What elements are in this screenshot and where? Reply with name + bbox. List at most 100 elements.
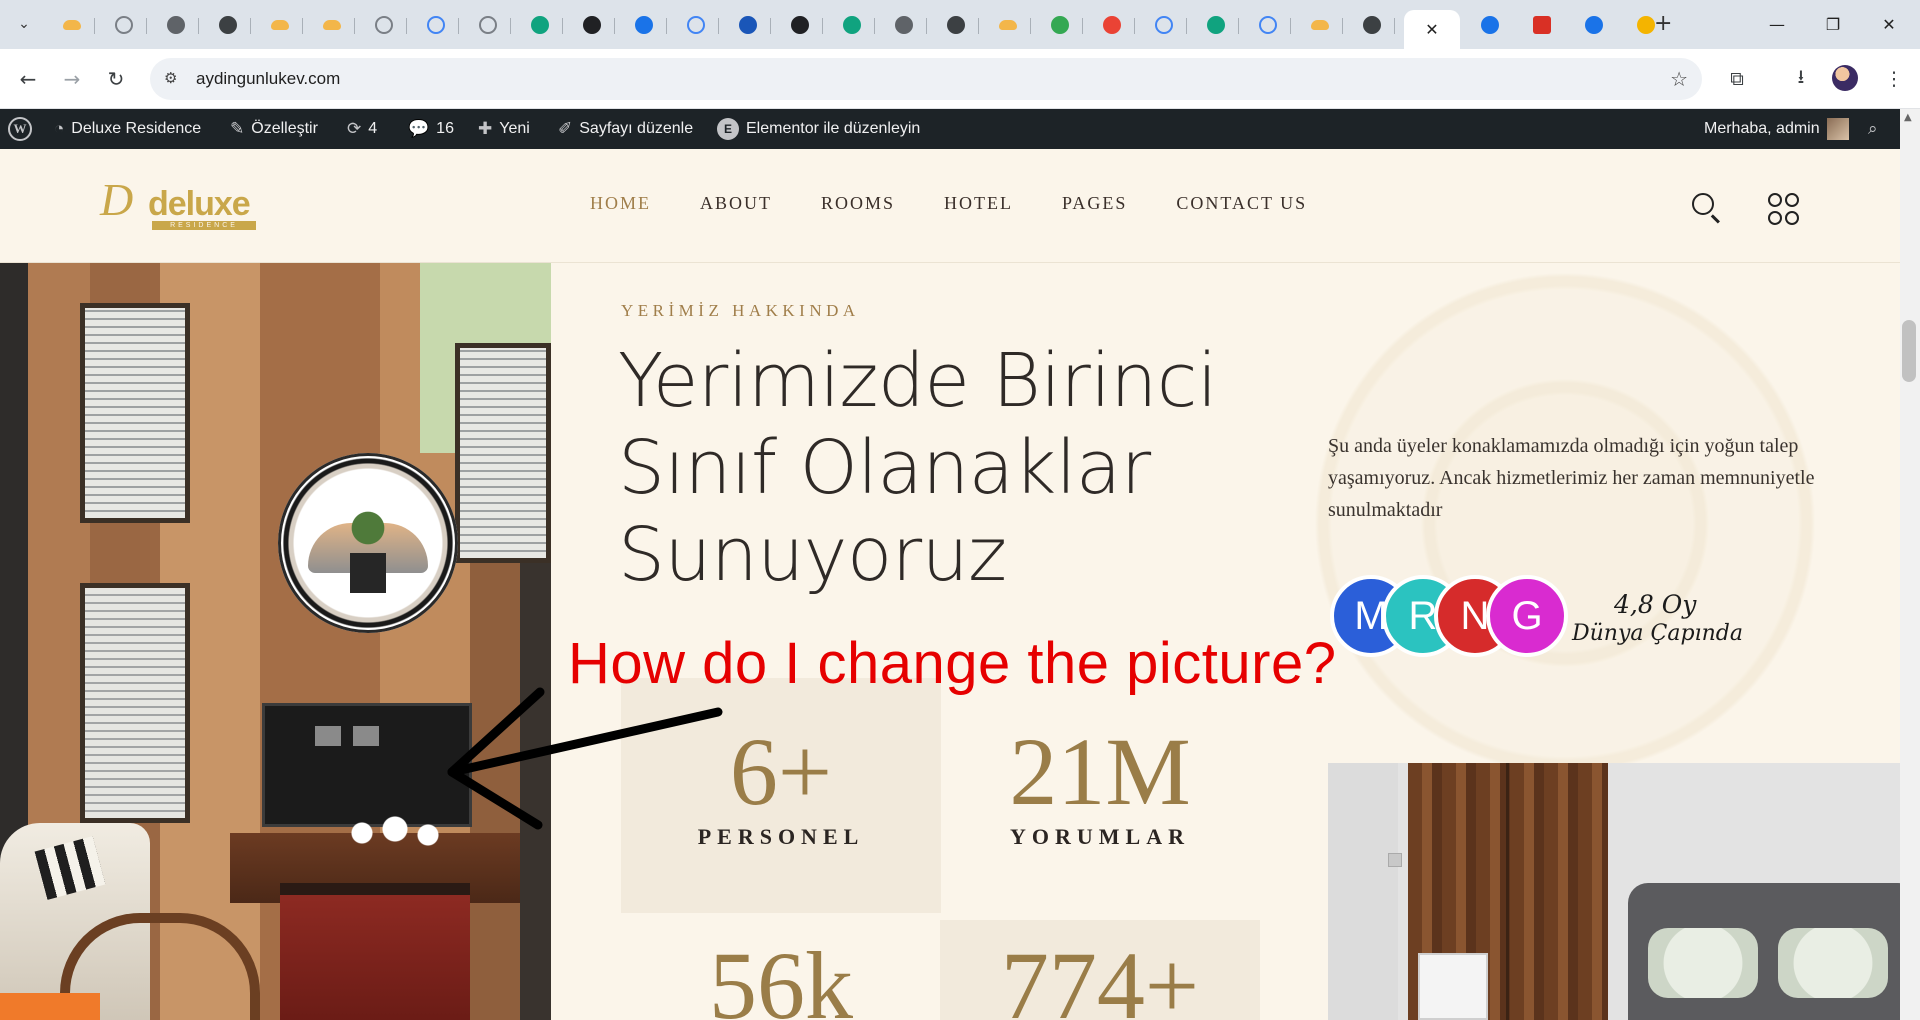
nav-about[interactable]: ABOUT: [700, 193, 772, 214]
bedroom-image[interactable]: [1328, 763, 1900, 1020]
extensions-icon[interactable]: ⧉: [1721, 63, 1753, 95]
logo-monogram-icon: D: [100, 174, 134, 225]
browser-tab[interactable]: [778, 10, 823, 40]
new-tab-button[interactable]: +: [1654, 12, 1672, 36]
browser-tab[interactable]: [258, 10, 303, 40]
profile-avatar[interactable]: [1832, 65, 1858, 91]
browser-tab[interactable]: [1246, 10, 1291, 40]
restore-button[interactable]: ❐: [1810, 10, 1856, 38]
page-scrollbar[interactable]: [1900, 109, 1920, 1020]
minimize-button[interactable]: —: [1754, 10, 1800, 38]
wordpress-icon: W: [8, 117, 32, 141]
browser-tab[interactable]: [830, 10, 875, 40]
browser-tab[interactable]: [1090, 10, 1135, 40]
browser-tab[interactable]: [50, 10, 95, 40]
close-window-button[interactable]: ✕: [1866, 10, 1912, 38]
browser-tab[interactable]: [1298, 10, 1343, 40]
wp-customize[interactable]: ✎ Özelleştir: [230, 109, 318, 149]
browser-tab[interactable]: [206, 10, 251, 40]
chatgpt-icon: [1207, 16, 1225, 34]
headline-line-3: Sunuyoruz: [618, 512, 1007, 598]
circle-icon: [583, 16, 601, 34]
wall-art-circle: [278, 453, 458, 633]
logo-subtitle: RESIDENCE: [152, 221, 256, 230]
header-search-icon[interactable]: [1690, 191, 1722, 224]
forward-button[interactable]: →: [56, 63, 88, 95]
section-intro: Şu anda üyeler konaklamamızda olmadığı i…: [1328, 435, 1815, 521]
wp-logo-menu[interactable]: W: [8, 109, 32, 149]
scroll-up-arrow-icon[interactable]: ▲: [1904, 112, 1912, 123]
browser-tab[interactable]: [362, 10, 407, 40]
wp-search[interactable]: ⌕: [1868, 109, 1878, 149]
site-settings-icon[interactable]: ⚙: [164, 69, 184, 89]
globe-icon: [1363, 16, 1381, 34]
scrollbar-thumb[interactable]: [1902, 320, 1916, 382]
main-nav: HOME ABOUT ROOMS HOTEL PAGES CONTACT US: [590, 193, 1356, 214]
browser-tab[interactable]: [1194, 10, 1239, 40]
wp-edit-page-label: Sayfayı düzenle: [579, 120, 694, 137]
browser-tab[interactable]: [466, 10, 511, 40]
wp-updates[interactable]: ⟳ 4: [347, 109, 377, 149]
globe-icon: [219, 16, 237, 34]
wp-admin-bar: W ◔ Deluxe Residence ✎ Özelleştir ⟳ 4 💬 …: [0, 109, 1920, 149]
browser-toolbar: ← → ↻ ⚙ aydingunlukev.com ☆ ⧉ ⭳ ⋮: [0, 49, 1920, 109]
stat-fourth: 774+: [940, 920, 1260, 1020]
loading-icon: [115, 16, 133, 34]
about-room-image[interactable]: [0, 263, 551, 1020]
translate-icon: [1481, 16, 1499, 34]
nav-rooms[interactable]: ROOMS: [821, 193, 895, 214]
download-icon[interactable]: ⭳: [1785, 63, 1817, 95]
browser-tab[interactable]: [726, 10, 771, 40]
google-icon: [1259, 16, 1277, 34]
wp-comments[interactable]: 💬 16: [408, 109, 454, 149]
header-menu-grid-icon[interactable]: [1768, 193, 1800, 225]
repo-icon: [739, 16, 757, 34]
wp-edit-page[interactable]: ✐ Sayfayı düzenle: [558, 109, 693, 149]
browser-tab[interactable]: [1038, 10, 1083, 40]
wp-account[interactable]: Merhaba, admin: [1704, 109, 1849, 149]
browser-tab[interactable]: [1350, 10, 1395, 40]
browser-tab[interactable]: [102, 10, 147, 40]
tab-search-button[interactable]: ⌄: [8, 10, 40, 38]
nav-home[interactable]: HOME: [590, 193, 651, 214]
browser-tab[interactable]: [882, 10, 927, 40]
nav-contact-us[interactable]: CONTACT US: [1176, 193, 1307, 214]
browser-tab[interactable]: [1468, 10, 1512, 40]
openai-icon: [895, 16, 913, 34]
cloud-icon: [271, 20, 289, 30]
wp-elementor[interactable]: E Elementor ile düzenleyin: [717, 109, 920, 149]
browser-tab[interactable]: [310, 10, 355, 40]
search-icon: ⌕: [1868, 119, 1878, 138]
cloud-icon: [323, 20, 341, 30]
translate-icon: [635, 16, 653, 34]
wp-greeting: Merhaba, admin: [1704, 120, 1820, 137]
browser-tab[interactable]: [570, 10, 615, 40]
browser-tab[interactable]: [934, 10, 979, 40]
wp-new[interactable]: ✚ Yeni: [478, 109, 530, 149]
nav-pages[interactable]: PAGES: [1062, 193, 1127, 214]
browser-tab[interactable]: [1520, 10, 1564, 40]
wp-site-name[interactable]: ◔ Deluxe Residence: [54, 109, 201, 149]
browser-tab[interactable]: [986, 10, 1031, 40]
updates-icon: ⟳: [347, 119, 362, 138]
brush-icon: ✎: [230, 119, 245, 138]
menu-kebab-icon[interactable]: ⋮: [1878, 63, 1910, 95]
bookmark-star-icon[interactable]: ☆: [1670, 67, 1688, 91]
browser-tab[interactable]: [1142, 10, 1187, 40]
site-logo[interactable]: D deluxe RESIDENCE: [100, 173, 270, 237]
browser-tab[interactable]: [518, 10, 563, 40]
browser-tab[interactable]: [1572, 10, 1616, 40]
close-tab-icon[interactable]: ✕: [1425, 20, 1438, 39]
browser-tab[interactable]: [414, 10, 459, 40]
browser-tab[interactable]: [154, 10, 199, 40]
rainbow-icon: [1637, 16, 1655, 34]
browser-tab[interactable]: [674, 10, 719, 40]
loading-icon: [375, 16, 393, 34]
browser-tab-active[interactable]: ✕: [1404, 10, 1460, 49]
reload-button[interactable]: ↻: [100, 63, 132, 95]
nav-hotel[interactable]: HOTEL: [944, 193, 1013, 214]
back-button[interactable]: ←: [12, 63, 44, 95]
address-bar[interactable]: ⚙ aydingunlukev.com ☆: [150, 58, 1702, 100]
browser-tab[interactable]: [622, 10, 667, 40]
cloud-icon: [63, 20, 81, 30]
